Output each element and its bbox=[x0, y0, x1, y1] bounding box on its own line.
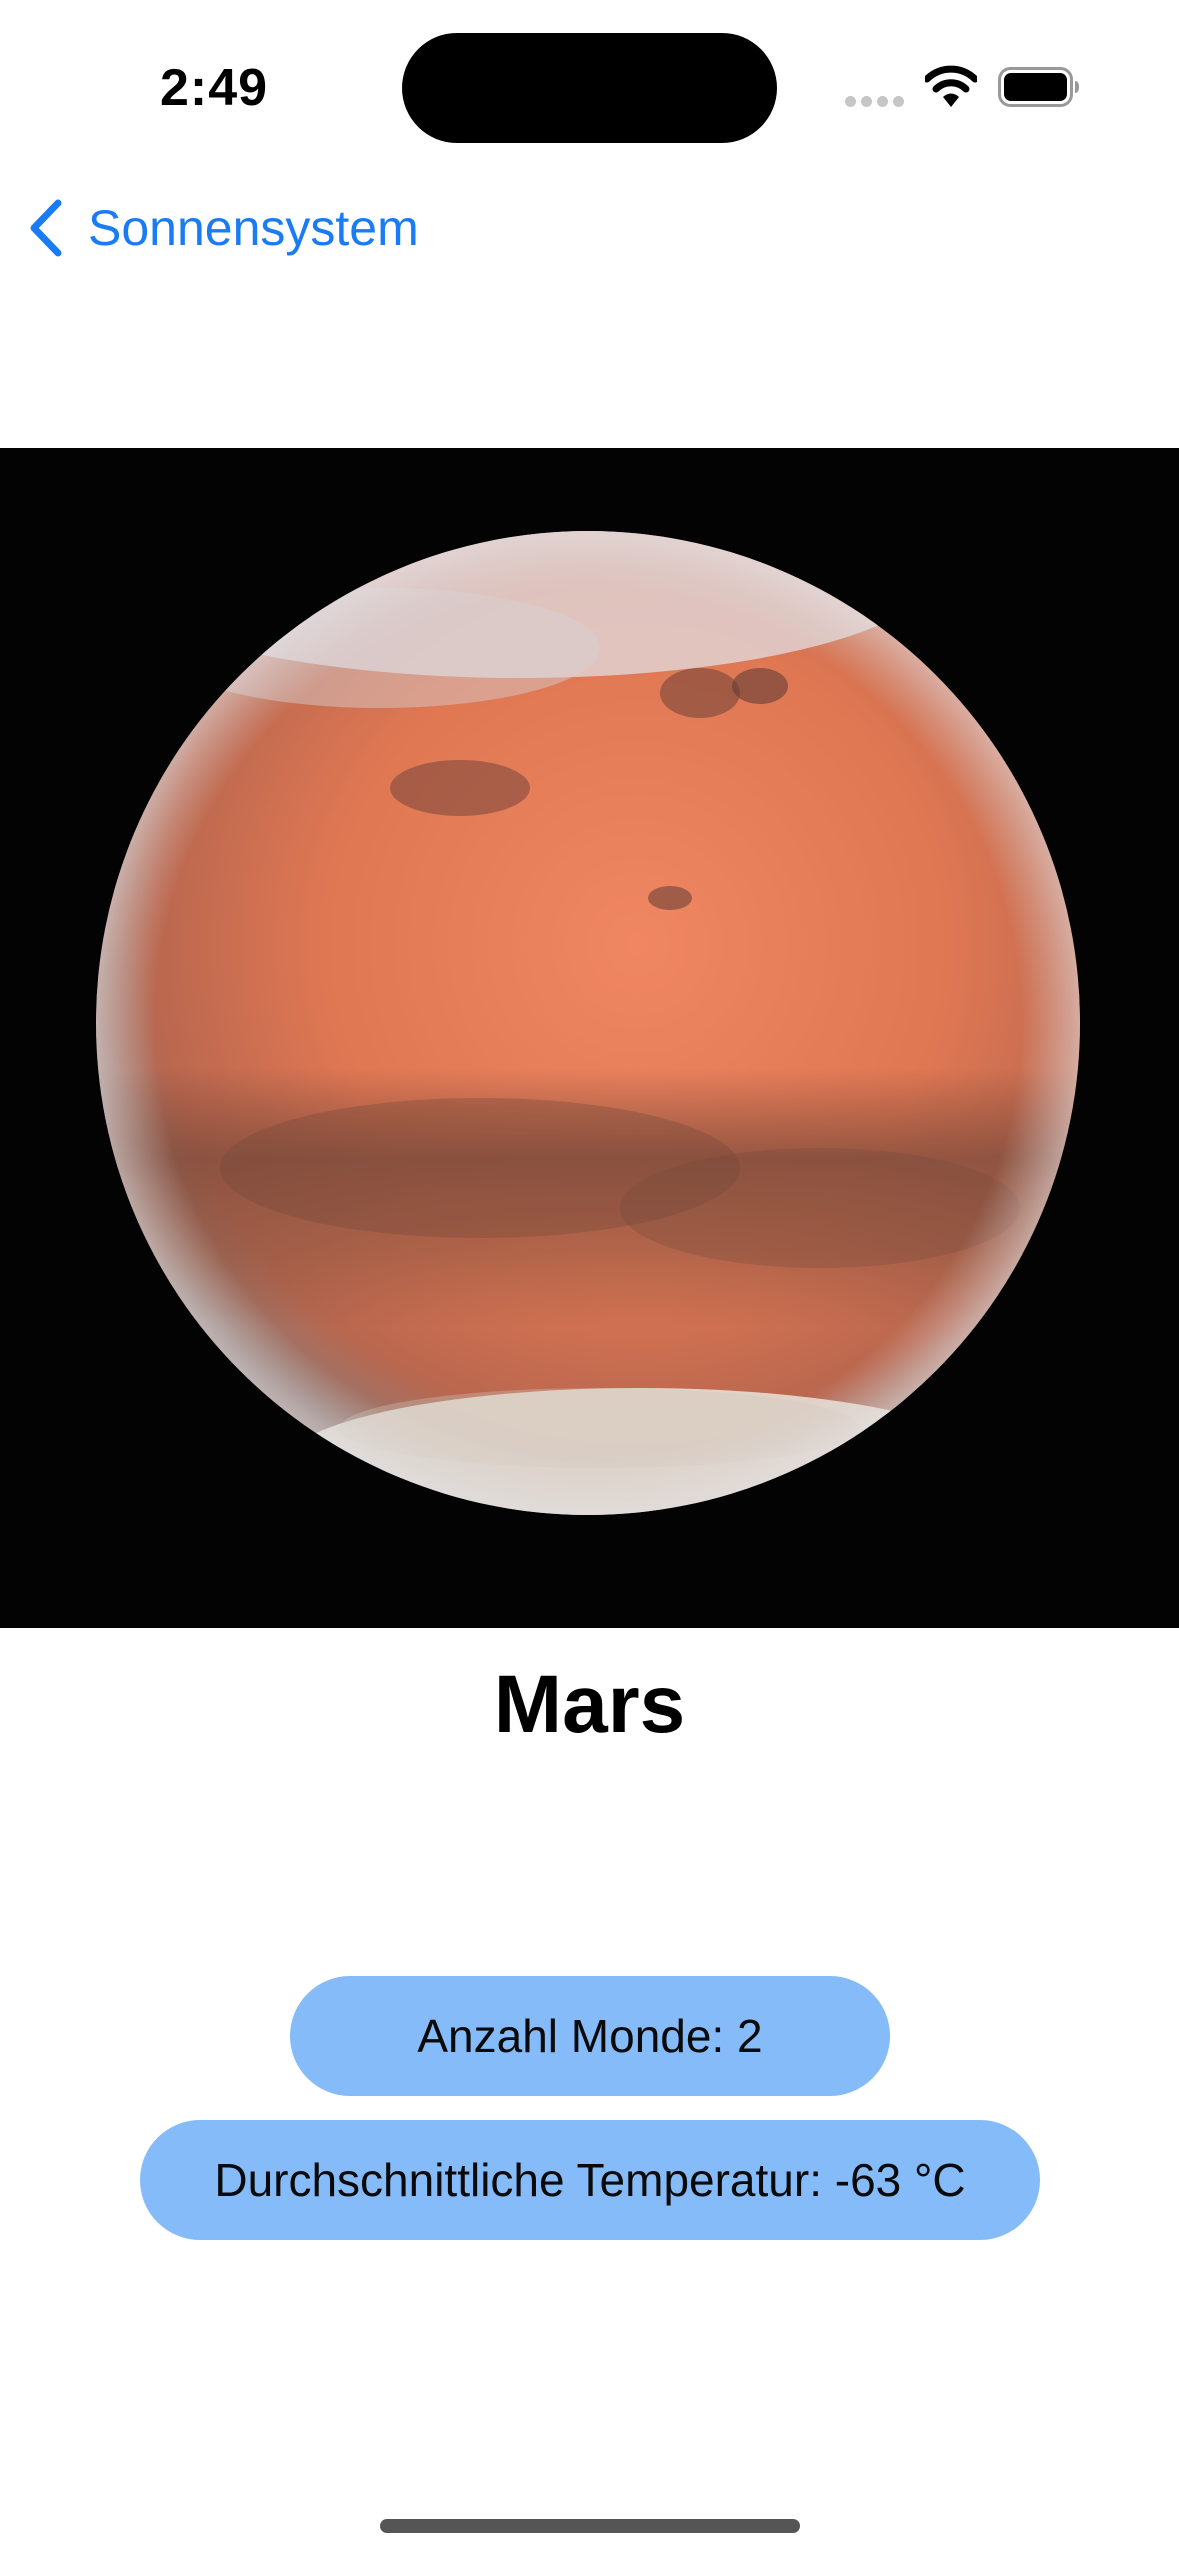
dynamic-island bbox=[402, 33, 777, 143]
temperature-badge: Durchschnittliche Temperatur: -63 °C bbox=[140, 2120, 1040, 2240]
moons-count-badge: Anzahl Monde: 2 bbox=[290, 1976, 890, 2096]
planet-title: Mars bbox=[493, 1659, 686, 1750]
back-button[interactable]: Sonnensystem bbox=[26, 192, 419, 264]
status-time: 2:49 bbox=[160, 59, 269, 117]
mars-planet-image bbox=[0, 448, 1179, 1628]
signal-icon bbox=[845, 96, 905, 107]
home-indicator[interactable] bbox=[380, 2519, 800, 2533]
chevron-left-icon bbox=[30, 199, 62, 257]
screen: 2:49 Sonnensystem Mars Anzahl Monde: 2 D… bbox=[0, 0, 1179, 2556]
battery-icon bbox=[998, 67, 1079, 107]
wifi-icon bbox=[925, 65, 977, 107]
back-label: Sonnensystem bbox=[88, 200, 419, 256]
